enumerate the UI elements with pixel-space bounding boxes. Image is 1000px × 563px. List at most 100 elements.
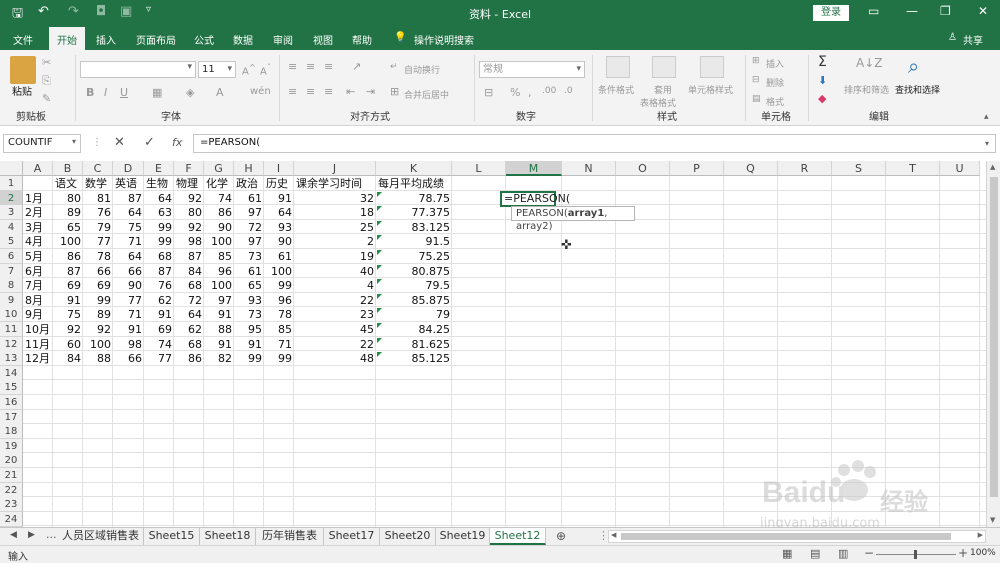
sheet-tab-1[interactable]: Sheet15 [144,528,200,545]
cell-f3[interactable]: 80 [176,205,202,220]
tab-page-layout[interactable]: 页面布局 [136,32,176,47]
horizontal-scrollbar[interactable]: ◀ ▶ [608,530,986,543]
column-header-e[interactable]: E [144,161,174,176]
cell-h3[interactable]: 97 [236,205,262,220]
cell-k9[interactable]: 85.875 [378,293,451,308]
cell-k2[interactable]: 78.75 [378,191,451,206]
tab-file[interactable]: 文件 [13,32,33,47]
error-indicator-icon[interactable] [377,264,382,270]
cell-e4[interactable]: 99 [146,220,172,235]
cell-b6[interactable]: 86 [55,249,81,264]
row-header-11[interactable]: 11 [0,322,23,337]
row-header-12[interactable]: 12 [0,336,23,352]
cell-c11[interactable]: 92 [85,322,111,337]
italic-icon[interactable]: I [104,86,107,99]
cell-k13[interactable]: 85.125 [378,351,451,366]
error-indicator-icon[interactable] [377,206,382,212]
cell-e2[interactable]: 64 [146,191,172,206]
zoom-slider-thumb[interactable] [914,550,917,559]
cell-f4[interactable]: 92 [176,220,202,235]
cell-f10[interactable]: 64 [176,307,202,322]
bottom-align-icon[interactable]: ≡ [324,60,333,73]
cell-j8[interactable]: 4 [296,278,374,293]
cell-h10[interactable]: 73 [236,307,262,322]
increase-font-icon[interactable]: A^ [242,62,256,77]
row-header-5[interactable]: 5 [0,234,23,250]
row-header-2[interactable]: 2 [0,190,23,206]
phonetic-icon[interactable]: wén [250,86,271,97]
sort-filter-icon[interactable]: A↓Z [856,56,882,70]
clear-icon[interactable]: ◆ [818,92,826,105]
font-size-combo[interactable]: 11 ▾ [198,61,236,78]
cell-b13[interactable]: 84 [55,351,81,366]
tab-formulas[interactable]: 公式 [194,32,214,47]
wrap-text-icon[interactable]: ↵ [390,62,398,72]
cell-g8[interactable]: 100 [206,278,232,293]
row-header-13[interactable]: 13 [0,351,23,367]
sort-filter-button[interactable]: 排序和筛选 [844,83,889,96]
row-header-17[interactable]: 17 [0,409,23,425]
cell-f6[interactable]: 87 [176,249,202,264]
column-header-g[interactable]: G [204,161,234,176]
delete-cells-icon[interactable]: ⊟ [752,75,760,85]
cell-c9[interactable]: 99 [85,293,111,308]
cell-f13[interactable]: 86 [176,351,202,366]
cell-b7[interactable]: 87 [55,264,81,279]
column-header-r[interactable]: R [778,161,832,176]
cell-f1[interactable]: 物理 [176,176,202,191]
cell-i7[interactable]: 100 [266,264,292,279]
cell-g9[interactable]: 97 [206,293,232,308]
cell-c1[interactable]: 数学 [85,176,111,191]
error-indicator-icon[interactable] [377,220,382,226]
align-right-icon[interactable]: ≡ [324,85,333,98]
tell-me-search[interactable]: 操作说明搜索 [414,32,474,47]
cell-j13[interactable]: 48 [296,351,374,366]
column-header-a[interactable]: A [23,161,53,176]
row-header-23[interactable]: 23 [0,497,23,513]
cell-c12[interactable]: 100 [85,337,111,352]
error-indicator-icon[interactable] [377,352,382,358]
cell-j11[interactable]: 45 [296,322,374,337]
font-color-icon[interactable]: A [216,86,224,99]
insert-function-icon[interactable]: fx [172,136,182,149]
cell-d5[interactable]: 71 [115,234,142,249]
column-header-k[interactable]: K [376,161,452,176]
cell-i4[interactable]: 93 [266,220,292,235]
row-header-18[interactable]: 18 [0,424,23,440]
cell-e6[interactable]: 68 [146,249,172,264]
cell-g12[interactable]: 91 [206,337,232,352]
sheet-tab-7[interactable]: Sheet12 [490,528,546,545]
cell-h4[interactable]: 72 [236,220,262,235]
cell-g13[interactable]: 82 [206,351,232,366]
cell-e3[interactable]: 63 [146,205,172,220]
cell-k11[interactable]: 84.25 [378,322,451,337]
format-cells-icon[interactable]: ▤ [752,94,761,104]
cell-j1[interactable]: 课余学习时间 [296,176,374,191]
cell-i12[interactable]: 71 [266,337,292,352]
minimize-icon[interactable]: — [906,4,918,18]
format-as-table-icon[interactable] [652,56,676,78]
decrease-font-icon[interactable]: Aˇ [260,62,271,77]
ribbon-display-icon[interactable]: ▭ [868,4,879,18]
error-indicator-icon[interactable] [377,308,382,314]
cell-b1[interactable]: 语文 [55,176,81,191]
error-indicator-icon[interactable] [377,235,382,241]
cell-d1[interactable]: 英语 [115,176,142,191]
cell-styles-button[interactable]: 单元格样式 [688,83,733,96]
column-header-b[interactable]: B [53,161,83,176]
decrease-decimal-icon[interactable]: .0 [564,86,573,96]
cell-k1[interactable]: 每月平均成绩 [378,176,450,191]
cell-i13[interactable]: 99 [266,351,292,366]
cell-j7[interactable]: 40 [296,264,374,279]
top-align-icon[interactable]: ≡ [288,60,297,73]
normal-view-icon[interactable]: ▦ [782,547,792,560]
cell-g10[interactable]: 91 [206,307,232,322]
tab-insert[interactable]: 插入 [96,32,116,47]
restore-icon[interactable]: ❐ [940,4,951,18]
error-indicator-icon[interactable] [377,323,382,328]
zoom-in-icon[interactable]: + [958,546,968,560]
name-box[interactable]: COUNTIF ▾ [3,134,81,153]
search-icon[interactable]: ⌕ [908,54,919,78]
cell-h2[interactable]: 61 [236,191,262,206]
cell-c2[interactable]: 81 [85,191,111,206]
